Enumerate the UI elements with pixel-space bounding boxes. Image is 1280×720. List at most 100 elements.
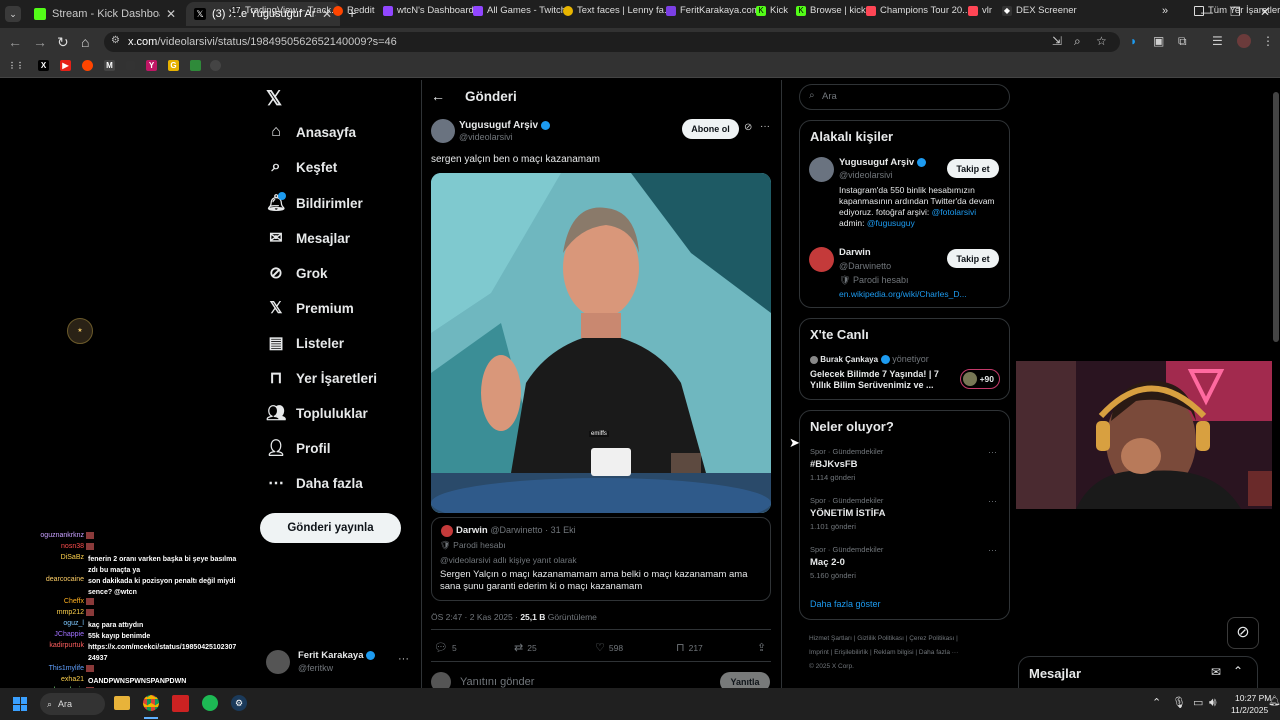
avatar[interactable] (809, 157, 834, 182)
back-arrow-icon[interactable]: ← (431, 88, 445, 104)
tray-chevron-icon[interactable]: ⌃ (1152, 696, 1161, 709)
all-bookmarks-folder[interactable]: Tüm Yer İşaretleri (1194, 5, 1280, 16)
avatar[interactable] (809, 247, 834, 272)
follow-button[interactable]: Takip et (947, 159, 999, 178)
tab-kick-dashboard[interactable]: Stream - Kick Dashboard ✕ (26, 2, 184, 26)
footer-link[interactable]: Çerez Politikası (909, 635, 954, 642)
expand-icon[interactable]: ⌃ (1233, 664, 1243, 678)
chat-username[interactable]: exha21 (0, 676, 84, 683)
youtube-bookmark-icon[interactable]: ▶ (60, 60, 71, 71)
bookmark-reddit[interactable]: Reddit (333, 5, 374, 16)
chat-username[interactable]: DiSaBz (0, 554, 84, 561)
follow-button[interactable]: Takip et (947, 249, 999, 268)
chat-username[interactable]: Cheffx (0, 598, 84, 605)
quoted-post[interactable]: Darwin @Darwinetto · 31 Eki 🛡 Parodi hes… (431, 517, 771, 601)
search-input[interactable]: ⌕ Ara (799, 84, 1010, 110)
tab-list-icon[interactable]: ⌄ (5, 6, 21, 22)
author-name[interactable]: Yugusuguf Arşiv (459, 120, 551, 131)
bookmark-kick[interactable]: K Kick (756, 5, 788, 16)
reddit-bookmark-icon[interactable] (82, 60, 93, 71)
star-bookmark-icon[interactable]: ☆ (1096, 34, 1107, 48)
bookmark-icon[interactable]: G (168, 60, 179, 71)
reading-list-icon[interactable]: ☰ (1212, 34, 1223, 48)
spotify-icon[interactable] (202, 695, 218, 711)
chat-username[interactable]: kadirpurtuk (0, 642, 84, 649)
reload-icon[interactable]: ↻ (57, 34, 69, 51)
taskbar-search[interactable]: ⌕ Ara (40, 693, 105, 715)
chat-username[interactable]: nosn38 (0, 543, 84, 550)
menu-icon[interactable]: ⋮ (1262, 34, 1274, 48)
network-icon[interactable]: ▭ (1193, 696, 1203, 709)
nav-item-yer-i̇şaretleri[interactable]: ⊓ Yer İşaretleri (266, 368, 377, 388)
more-icon[interactable]: ··· (988, 545, 997, 555)
bookmark-icon[interactable] (210, 60, 221, 71)
more-icon[interactable]: ··· (760, 121, 770, 132)
post-video[interactable]: emiffs (431, 173, 771, 513)
chat-username[interactable]: oguznankrknz (0, 532, 84, 539)
streaming-app-icon[interactable] (172, 695, 189, 712)
chat-username[interactable]: JChappie (0, 631, 84, 638)
clock-time[interactable]: 10:27 PM (1235, 693, 1271, 703)
trend-item[interactable]: Spor · Gündemdekiler YÖNETİM İSTİFA 1.101 … (810, 496, 1000, 531)
footer-link[interactable]: Daha fazla ··· (919, 649, 958, 656)
live-card[interactable]: X'te Canlı Burak Çankaya yönetiyor Gelec… (799, 318, 1010, 400)
trend-item[interactable]: Spor · Gündemdekiler #BJKvsFB 1.114 gönder… (810, 447, 1000, 482)
profile-avatar[interactable] (1237, 34, 1251, 48)
post-button[interactable]: Gönderi yayınla (260, 513, 401, 543)
nav-item-daha-fazla[interactable]: ⋯ Daha fazla (266, 473, 363, 493)
address-bar[interactable]: ⚙ x.com/videolarsivi/status/198495056265… (104, 32, 1120, 52)
extension-icon[interactable]: ◗ (1130, 34, 1137, 48)
nav-item-anasayfa[interactable]: ⌂ Anasayfa (266, 123, 356, 141)
gmail-bookmark-icon[interactable]: M (104, 60, 115, 71)
zoom-icon[interactable]: ⌕ (1074, 34, 1081, 49)
subscribe-button[interactable]: Abone ol (682, 119, 739, 139)
page-scrollbar[interactable] (1272, 80, 1280, 688)
extensions-puzzle-icon[interactable]: ⧉ (1178, 34, 1187, 49)
nav-item-keşfet[interactable]: ⌕ Keşfet (266, 158, 338, 176)
chat-username[interactable]: dearcocaine (0, 576, 84, 583)
bookmark-button[interactable]: ⊓ 217 (676, 641, 703, 654)
back-icon[interactable]: ← (8, 34, 22, 50)
install-app-icon[interactable]: ⇲ (1052, 34, 1062, 48)
mention-link[interactable]: @fugusuguy (867, 218, 915, 228)
bookmark-icon[interactable] (190, 60, 201, 71)
footer-link[interactable]: Hizmet Şartları (809, 635, 852, 642)
volume-icon[interactable]: 🔊︎ (1209, 695, 1217, 710)
microphone-icon[interactable]: 🎙︎ (1172, 696, 1186, 709)
like-button[interactable]: ♡ 598 (595, 641, 623, 654)
x-logo-icon[interactable]: 𝕏 (266, 86, 282, 111)
bookmark-dex-screener[interactable]: ◆ DEX Screener (1002, 5, 1077, 16)
author-handle[interactable]: @videolarsivi (459, 132, 513, 142)
footer-link[interactable]: Imprint (809, 649, 829, 656)
windows-start-icon[interactable] (13, 697, 27, 711)
bookmark-twitch-games[interactable]: All Games - Twitch (473, 5, 566, 16)
account-switcher[interactable]: Ferit Karakaya @feritkw ··· (266, 648, 414, 680)
yahoo-bookmark-icon[interactable]: Y (146, 60, 157, 71)
chat-username[interactable]: oguz_l (0, 620, 84, 627)
messages-drawer[interactable]: Mesajlar ✉ ⌃ (1018, 656, 1258, 690)
nav-item-grok[interactable]: ⊘ Grok (266, 263, 327, 283)
notifications-icon[interactable]: 🔔︎ (1268, 696, 1280, 707)
chrome-icon[interactable] (143, 695, 159, 711)
bookmark-browse-kick[interactable]: K Browse | kick (796, 5, 866, 16)
forward-icon[interactable]: → (33, 34, 47, 50)
close-tab-icon[interactable]: ✕ (166, 7, 176, 21)
chat-username[interactable]: This1mylife (0, 665, 84, 672)
bookmark-vlr[interactable]: vlr (968, 5, 992, 16)
bookmark-icon[interactable] (125, 60, 136, 71)
more-icon[interactable]: ··· (398, 653, 409, 665)
nav-item-listeler[interactable]: ▤ Listeler (266, 333, 344, 353)
bookmark-tradingview[interactable]: 17 TradingView – Track... (231, 5, 339, 16)
share-icon[interactable]: ⇪ (757, 641, 770, 654)
bookmark-feritkarakaya[interactable]: FeritKarakaya.com (666, 5, 760, 16)
nav-item-topluluklar[interactable]: 👥︎ Topluluklar (266, 403, 368, 423)
new-message-icon[interactable]: ✉ (1211, 665, 1221, 679)
steam-icon[interactable]: ⚙ (231, 695, 247, 711)
site-info-icon[interactable]: ⚙ (111, 35, 120, 46)
more-icon[interactable]: ··· (988, 447, 997, 457)
person-name[interactable]: Yugusuguf Arşiv (839, 157, 927, 168)
nav-item-profil[interactable]: 👤︎ Profil (266, 438, 331, 458)
bookmark-champions-tour[interactable]: Champions Tour 20... (866, 5, 970, 16)
apps-icon[interactable]: ⋮⋮ (8, 60, 24, 71)
reply-button[interactable]: 💬︎ 5 (434, 641, 457, 654)
